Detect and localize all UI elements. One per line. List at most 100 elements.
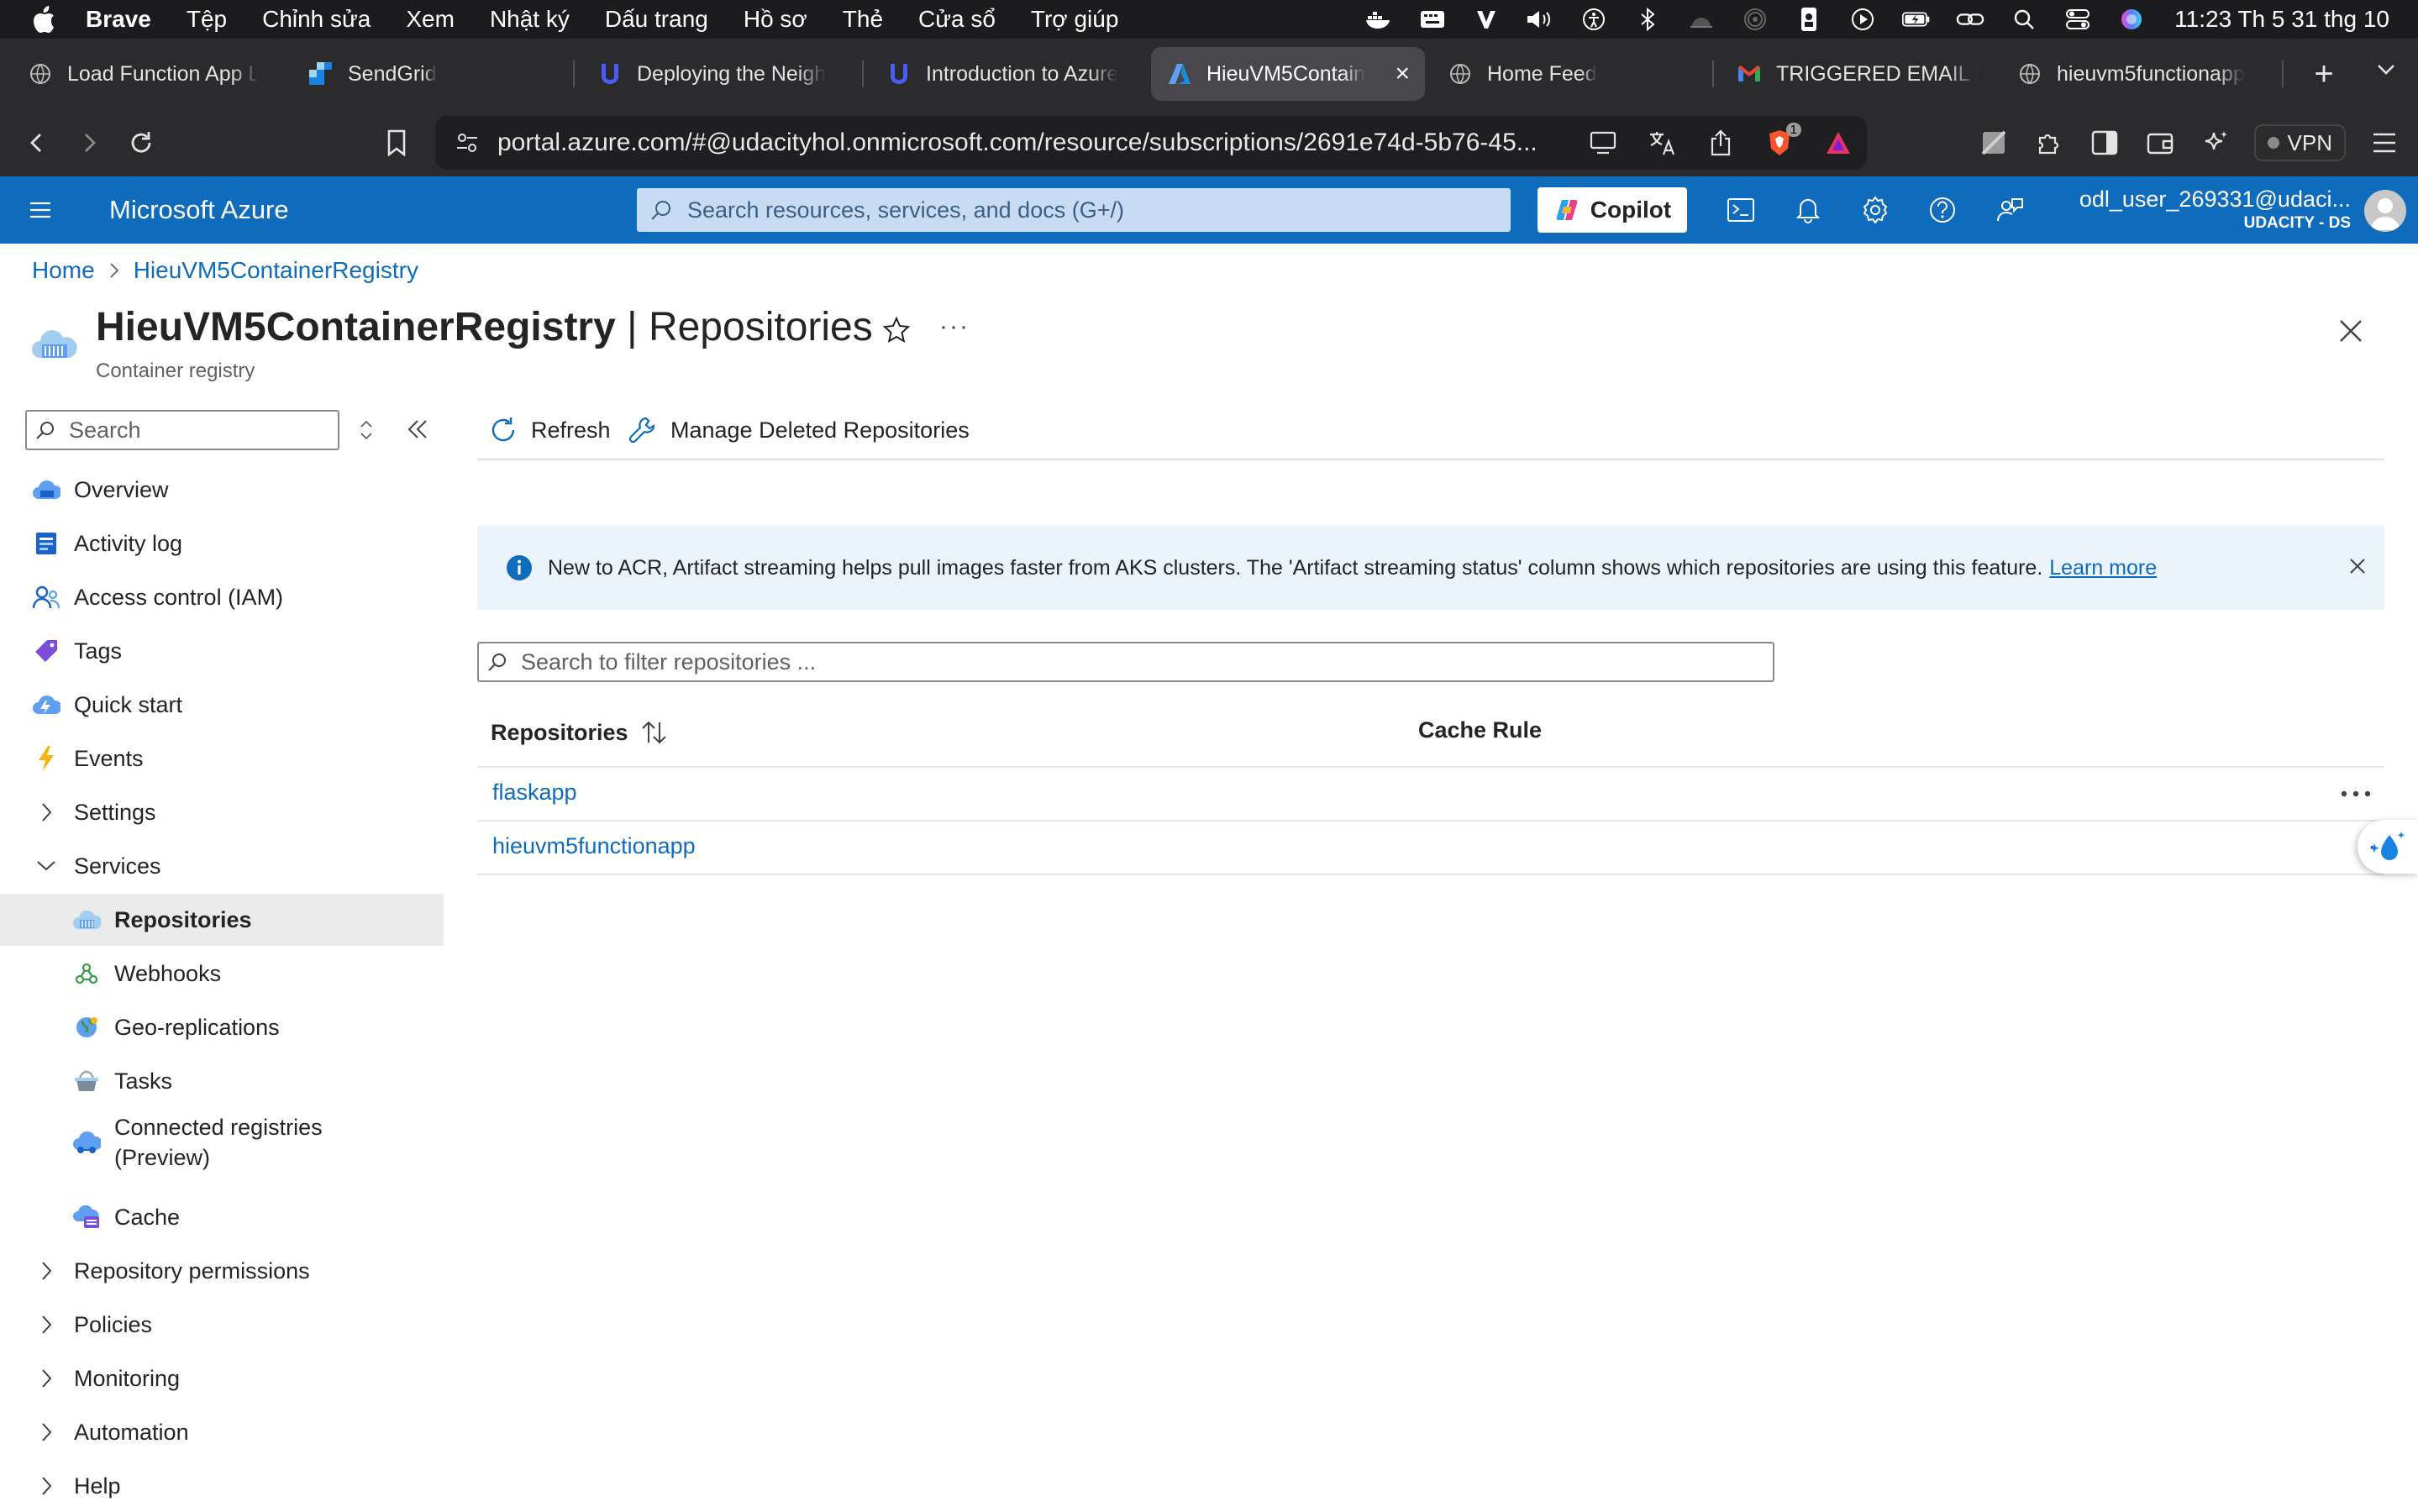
cast-icon[interactable] xyxy=(1586,126,1620,160)
menu-file[interactable]: Tệp xyxy=(187,6,227,33)
play-icon[interactable] xyxy=(1848,7,1877,32)
sort-arrows-icon[interactable] xyxy=(639,717,669,748)
menu-bookmarks[interactable]: Dấu trang xyxy=(605,6,708,33)
banner-learn-more-link[interactable]: Learn more xyxy=(2049,556,2157,580)
extensions-puzzle-icon[interactable] xyxy=(2032,126,2066,160)
back-icon[interactable] xyxy=(17,123,57,163)
sidebar-item-webhooks[interactable]: Webhooks xyxy=(0,948,444,1000)
address-bar[interactable]: portal.azure.com/#@udacityhol.onmicrosof… xyxy=(435,116,1867,170)
column-header-repositories[interactable]: Repositories xyxy=(491,717,669,748)
menu-profiles[interactable]: Hồ sơ xyxy=(744,6,807,33)
global-search-input[interactable]: Search resources, services, and docs (G+… xyxy=(637,188,1511,232)
more-options-icon[interactable]: ··· xyxy=(939,312,970,341)
volume-icon[interactable] xyxy=(1526,7,1554,32)
airdrop-icon[interactable] xyxy=(1741,7,1769,32)
account-info[interactable]: odl_user_269331@udaci... UDACITY - DS xyxy=(2079,186,2351,233)
wallet-icon[interactable] xyxy=(2143,126,2177,160)
sidebar-toggle-icon[interactable] xyxy=(2088,126,2121,160)
settings-gear-icon[interactable] xyxy=(1857,192,1894,228)
collapse-menu-icon[interactable] xyxy=(405,417,430,442)
link-icon[interactable] xyxy=(1956,7,1984,32)
repository-link[interactable]: hieuvm5functionapp xyxy=(492,833,696,859)
sidebar-item-tags[interactable]: Tags xyxy=(0,625,444,677)
sidebar-item-access-control[interactable]: Access control (IAM) xyxy=(0,571,444,623)
sidebar-item-events[interactable]: Events xyxy=(0,732,444,785)
url-text[interactable]: portal.azure.com/#@udacityhol.onmicrosof… xyxy=(497,129,1556,157)
menu-app-name[interactable]: Brave xyxy=(86,6,151,33)
portal-menu-icon[interactable] xyxy=(20,190,60,230)
menu-help[interactable]: Trợ giúp xyxy=(1031,6,1118,33)
tab-hieuvm5functionapp[interactable]: hieuvm5functionapp xyxy=(2001,47,2275,101)
manage-deleted-repositories-button[interactable]: Manage Deleted Repositories xyxy=(627,408,970,452)
tab-triggered-email[interactable]: TRIGGERED EMAIL F xyxy=(1721,47,1995,101)
breadcrumb-home[interactable]: Home xyxy=(32,257,95,284)
control-center-icon[interactable] xyxy=(2063,7,2092,32)
battery-icon[interactable] xyxy=(1902,7,1931,32)
help-question-icon[interactable] xyxy=(1924,192,1961,228)
sidebar-group-services[interactable]: Services xyxy=(0,840,444,892)
sidebar-item-activity-log[interactable]: Activity log xyxy=(0,517,444,570)
tab-close-icon[interactable]: × xyxy=(1395,60,1410,88)
feedback-icon[interactable] xyxy=(1991,192,2028,228)
menu-edit[interactable]: Chỉnh sửa xyxy=(262,6,371,33)
filter-repositories-input[interactable]: Search to filter repositories ... xyxy=(477,642,1774,682)
copilot-button[interactable]: Copilot xyxy=(1538,187,1687,233)
sidebar-item-repository-permissions[interactable]: Repository permissions xyxy=(0,1245,444,1297)
notifications-bell-icon[interactable] xyxy=(1790,192,1827,228)
site-settings-icon[interactable] xyxy=(450,126,484,160)
brave-shields-icon[interactable]: 1 xyxy=(1763,123,1801,160)
repository-link[interactable]: flaskapp xyxy=(492,780,577,806)
translate-icon[interactable] xyxy=(1645,126,1679,160)
phone-icon[interactable] xyxy=(1795,7,1823,32)
new-tab-button[interactable]: + xyxy=(2307,55,2341,93)
sidebar-item-help[interactable]: Help xyxy=(0,1460,444,1512)
brightness-icon[interactable] xyxy=(1687,7,1716,32)
close-blade-icon[interactable] xyxy=(2337,318,2364,344)
sidebar-item-tasks[interactable]: Tasks xyxy=(0,1055,444,1107)
cloud-shell-icon[interactable] xyxy=(1722,192,1759,228)
v-icon[interactable] xyxy=(1472,7,1501,32)
apple-icon[interactable] xyxy=(32,5,57,34)
docker-icon[interactable] xyxy=(1364,7,1393,32)
keyboard-icon[interactable] xyxy=(1418,7,1447,32)
sidebar-item-policies[interactable]: Policies xyxy=(0,1299,444,1351)
sidebar-item-cache[interactable]: Cache xyxy=(0,1191,444,1243)
browser-menu-icon[interactable] xyxy=(2368,126,2401,160)
sidebar-item-connected-registries[interactable]: Connected registries (Preview) xyxy=(0,1109,444,1176)
resource-menu-search-input[interactable]: Search xyxy=(25,410,339,450)
vpn-button[interactable]: VPN xyxy=(2253,124,2346,161)
breadcrumb-registry[interactable]: HieuVM5ContainerRegistry xyxy=(134,257,418,284)
banner-close-icon[interactable] xyxy=(2346,554,2369,578)
menu-history[interactable]: Nhật ký xyxy=(490,6,570,33)
share-icon[interactable] xyxy=(1704,126,1737,160)
sidebar-item-quick-start[interactable]: Quick start xyxy=(0,679,444,731)
sidebar-item-overview[interactable]: Overview xyxy=(0,464,444,516)
floating-assistant-button[interactable] xyxy=(2358,820,2418,874)
avatar[interactable] xyxy=(2364,190,2406,232)
menu-view[interactable]: Xem xyxy=(406,6,455,33)
tab-load-function-app[interactable]: Load Function App L xyxy=(12,47,286,101)
forward-icon[interactable] xyxy=(69,123,109,163)
extension-tile-icon[interactable] xyxy=(1977,126,2011,160)
sidebar-item-settings[interactable]: Settings xyxy=(0,786,444,838)
tab-introduction-azure[interactable]: Introduction to Azure xyxy=(870,47,1144,101)
menu-tab[interactable]: Thẻ xyxy=(843,6,883,33)
tab-list-chevron-icon[interactable] xyxy=(2374,57,2398,85)
tab-hieuvm5-container-registry[interactable]: HieuVM5Contain × xyxy=(1151,47,1425,101)
sidebar-item-automation[interactable]: Automation xyxy=(0,1406,444,1458)
bluetooth-icon[interactable] xyxy=(1633,7,1662,32)
row-more-actions-icon[interactable] xyxy=(2339,781,2373,806)
tab-home-feed[interactable]: Home Feed xyxy=(1432,47,1706,101)
search-icon[interactable] xyxy=(2010,7,2038,32)
favorite-star-icon[interactable] xyxy=(882,316,911,344)
menu-bar-clock[interactable]: 11:23 Th 5 31 thg 10 xyxy=(2174,6,2389,33)
tab-deploying-neighborly[interactable]: Deploying the Neigh xyxy=(581,47,855,101)
brave-rewards-icon[interactable] xyxy=(1821,126,1855,160)
siri-icon[interactable] xyxy=(2117,7,2146,32)
refresh-button[interactable]: Refresh xyxy=(487,408,611,452)
leo-ai-icon[interactable] xyxy=(2199,126,2232,160)
bookmark-icon[interactable] xyxy=(376,123,417,163)
menu-window[interactable]: Cửa sổ xyxy=(918,6,996,33)
sidebar-item-repositories[interactable]: Repositories xyxy=(0,894,444,946)
azure-brand[interactable]: Microsoft Azure xyxy=(109,195,289,225)
